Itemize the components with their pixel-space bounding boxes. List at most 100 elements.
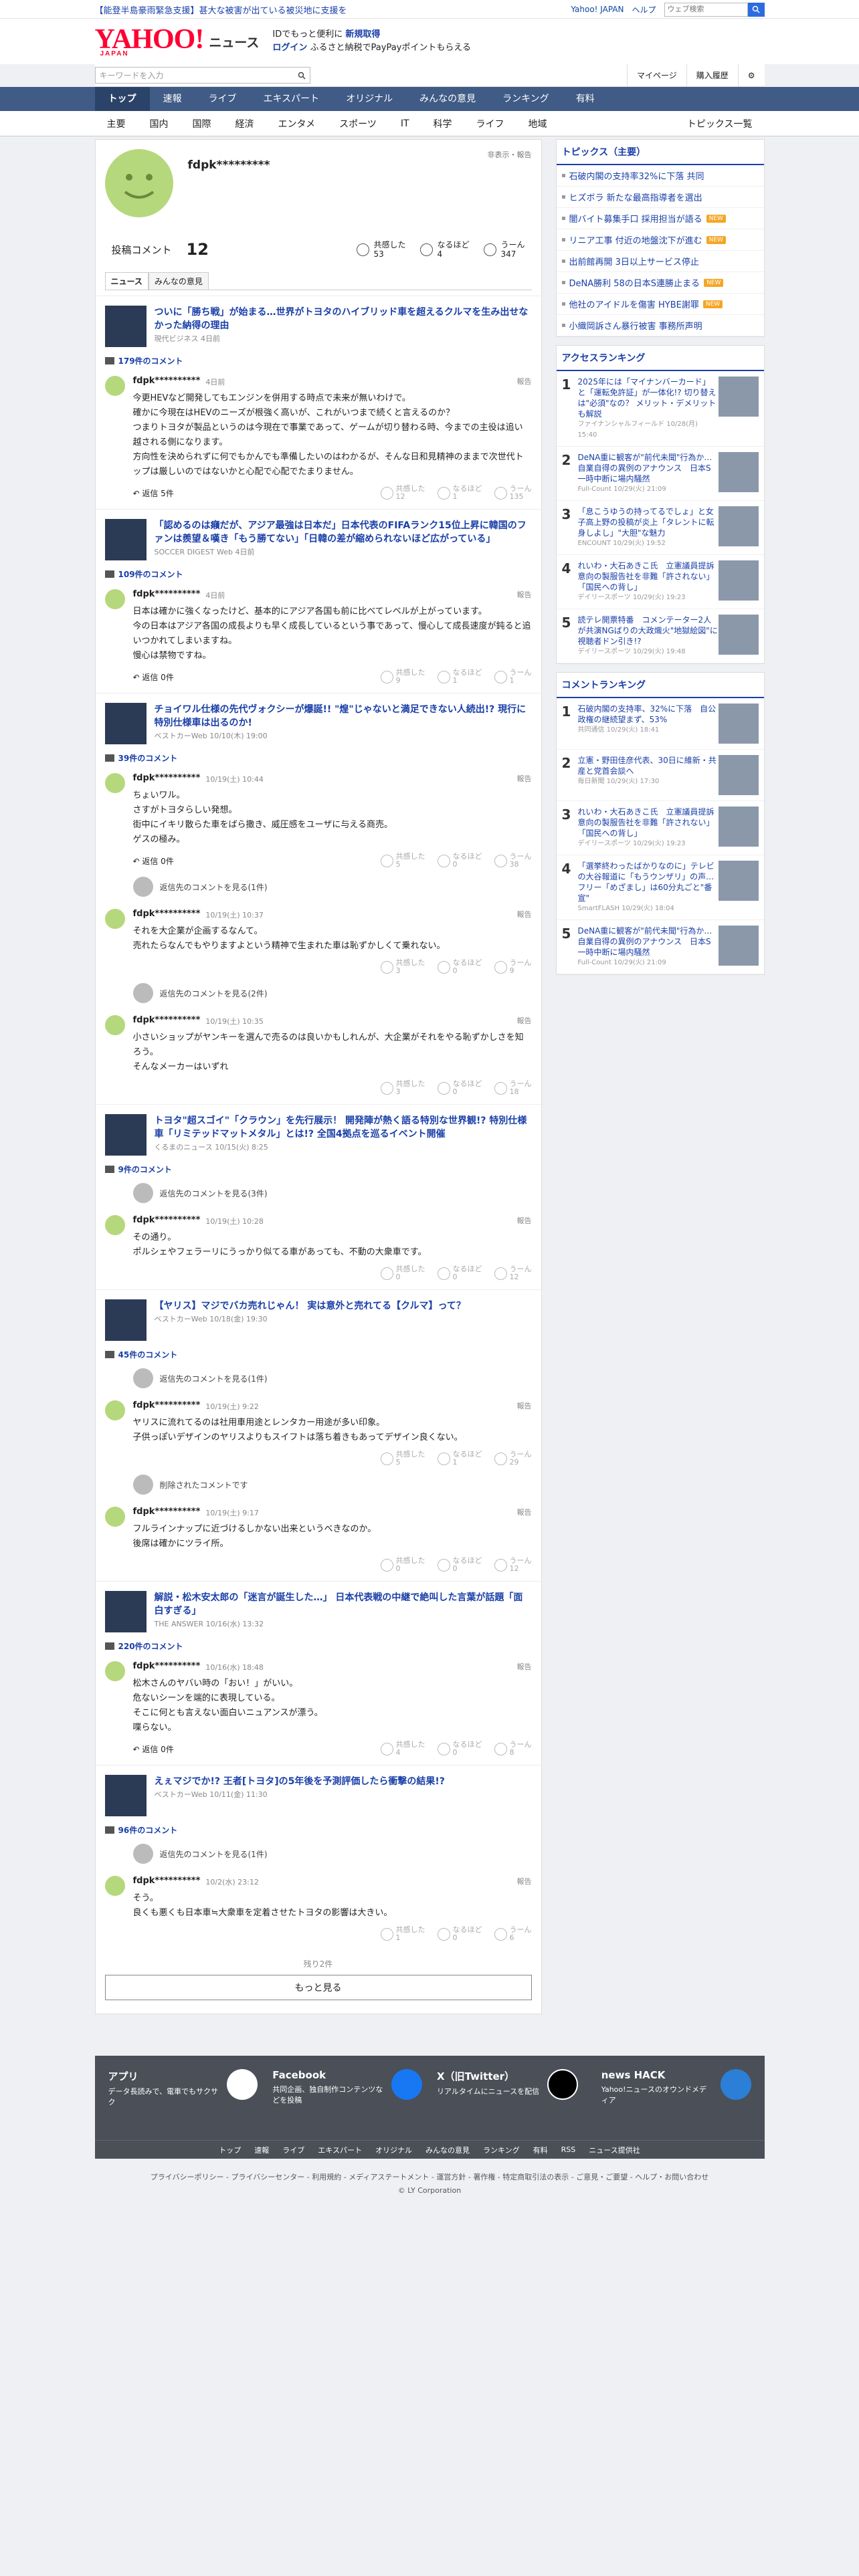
reaction-button[interactable]: 共感した 0	[380, 1265, 425, 1281]
reply-button[interactable]: ↶ 返信 0件	[133, 1743, 174, 1755]
topic-item[interactable]: 他社のアイドルを傷害 HYBE謝罪 NEW	[556, 294, 764, 315]
rank-title[interactable]: れいわ・大石あきこ氏 立憲議員提訴意向の製服告社を非難「許されない」「国民への背…	[578, 807, 719, 839]
reply-button[interactable]: ↶ 返信 0件	[133, 671, 174, 683]
comment-count-link[interactable]: 220件のコメント	[96, 1638, 541, 1654]
rank-text[interactable]: 「選挙終わったばかりなのに」テレビの大谷報道に「もうウンザリ」の声…フリー「めざ…	[575, 861, 719, 914]
reply-link[interactable]: 返信先のコメントを見る(1件)	[96, 1838, 541, 1869]
nav-original[interactable]: オリジナル	[332, 87, 406, 111]
ranking-item[interactable]: 5 読テレ開票特番 コメンテーター2人が共演NGばりの大政熾火"地獄絵図"に視聴者…	[556, 609, 764, 663]
reply-link-text[interactable]: 削除されたコメントです	[160, 1479, 248, 1491]
article-title[interactable]: 【ヤリス】マジでバカ売れじゃん！ 実は意外と売れてる【クルマ】って？ ベストカーW…	[155, 1299, 466, 1341]
topic-item[interactable]: ヒズボラ 新たな最高指導者を選出	[556, 187, 764, 208]
footer-link[interactable]: 有料	[533, 2145, 548, 2155]
report-link[interactable]: 報告	[517, 1215, 532, 1226]
report-link[interactable]: 報告	[517, 1400, 532, 1412]
comment-count[interactable]: 45件のコメント	[118, 1349, 178, 1360]
keyword-search[interactable]: キーワードを入力	[94, 67, 310, 84]
comment-count[interactable]: 96件のコメント	[118, 1824, 178, 1836]
comment-count-link[interactable]: 39件のコメント	[96, 750, 541, 766]
rank-thumbnail[interactable]	[718, 926, 759, 966]
cat-domestic[interactable]: 国内	[138, 117, 181, 130]
article-thumbnail[interactable]	[104, 306, 147, 347]
reaction-button[interactable]: なるほど 0	[437, 853, 482, 869]
rank-title[interactable]: 読テレ開票特番 コメンテーター2人が共演NGばりの大政熾火"地獄絵図"に視聴者ド…	[578, 615, 719, 647]
reply-link[interactable]: 削除されたコメントです	[96, 1469, 541, 1500]
reaction-button[interactable]: うーん 135	[494, 485, 532, 501]
reply-link-text[interactable]: 返信先のコメントを見る(1件)	[160, 881, 268, 893]
help-link[interactable]: ヘルプ	[632, 4, 656, 15]
web-search-input[interactable]	[664, 2, 748, 17]
report-link[interactable]: 報告	[517, 1661, 532, 1673]
rank-thumbnail[interactable]	[718, 704, 759, 744]
footer-link[interactable]: エキスパート	[318, 2145, 362, 2155]
reaction-button[interactable]: なるほど 0	[437, 1557, 482, 1573]
load-more-button[interactable]: もっと見る	[104, 1975, 532, 2000]
reaction-button[interactable]: 共感した 12	[380, 485, 425, 501]
nav-ranking[interactable]: ランキング	[489, 87, 563, 111]
rank-title[interactable]: DeNA重に観客が"前代未聞"行為か…自業自得の異例のアナウンス 日本S一時中断…	[578, 926, 719, 958]
legal-links[interactable]: プライバシーポリシー - プライバシーセンター - 利用規約 - メディアステー…	[0, 2171, 859, 2184]
report-link[interactable]: 報告	[517, 376, 532, 387]
report-link[interactable]: 報告	[517, 1015, 532, 1027]
report-link[interactable]: 報告	[517, 589, 532, 601]
article-title[interactable]: 「認めるのは癪だが、アジア最強は日本だ」日本代表のFIFAランク15位上昇に韓国…	[155, 519, 532, 560]
comment-count-link[interactable]: 45件のコメント	[96, 1346, 541, 1363]
reply-link-text[interactable]: 返信先のコメントを見る(1件)	[160, 1848, 268, 1860]
reply-link[interactable]: 返信先のコメントを見る(2件)	[96, 978, 541, 1008]
footer-link[interactable]: ライブ	[282, 2145, 304, 2155]
rank-thumbnail[interactable]	[718, 452, 759, 492]
reaction-button[interactable]: うーん 29	[494, 1451, 532, 1467]
ranking-item[interactable]: 4 「選挙終わったばかりなのに」テレビの大谷報道に「もうウンザリ」の声…フリー「め…	[556, 855, 764, 920]
signup-link[interactable]: 新規取得	[345, 29, 380, 39]
comment-count[interactable]: 109件のコメント	[118, 568, 183, 580]
ranking-item[interactable]: 1 石破内閣の支持率、32%に下落 自公政権の継続望まず、53% 共同通信 10/2…	[556, 698, 764, 750]
nav-opinion[interactable]: みんなの意見	[406, 87, 489, 111]
rank-thumbnail[interactable]	[718, 861, 759, 901]
article-title-text[interactable]: えぇマジでか!? 王者[トヨタ]の5年後を予測評価したら衝撃の結果!?	[155, 1775, 445, 1788]
report-link[interactable]: 報告	[517, 1507, 532, 1518]
nav-top[interactable]: トップ	[94, 87, 150, 111]
rank-text[interactable]: 石破内閣の支持率、32%に下落 自公政権の継続望まず、53% 共同通信 10/29…	[575, 704, 719, 744]
rank-thumbnail[interactable]	[718, 560, 759, 601]
rank-thumbnail[interactable]	[718, 506, 759, 546]
yahoo-logo[interactable]: YAHOO! JAPAN	[95, 25, 205, 58]
topic-text[interactable]: 小織岡訴さん暴行被害 事務所声明	[569, 319, 702, 332]
footer-facebook[interactable]: Facebook 共同企画、独自制作コンテンツなどを投稿	[272, 2069, 422, 2107]
rank-text[interactable]: DeNA重に観客が"前代未聞"行為か…自業自得の異例のアナウンス 日本S一時中断…	[575, 926, 719, 968]
rank-title[interactable]: DeNA重に観客が"前代未聞"行為か…自業自得の異例のアナウンス 日本S一時中断…	[578, 452, 719, 484]
comment-count[interactable]: 9件のコメント	[118, 1164, 172, 1175]
article-title-text[interactable]: 解説・松木安太郎の「迷言が誕生した…」 日本代表戦の中継で絶叫した言葉が話題「面…	[155, 1591, 532, 1618]
ranking-item[interactable]: 3 「息こうゆうの持ってるでしょ」と女子高上野の投稿が炎上「タレントに転身しよし」…	[556, 501, 764, 555]
hide-report-link[interactable]: 非表示・報告	[488, 149, 532, 233]
reply-link[interactable]: 返信先のコメントを見る(1件)	[96, 871, 541, 902]
reaction-button[interactable]: うーん 12	[494, 1265, 532, 1281]
reaction-button[interactable]: なるほど 1	[437, 669, 482, 685]
reply-button[interactable]: ↶ 返信 5件	[133, 488, 174, 499]
search-button[interactable]	[747, 2, 765, 17]
footer-link[interactable]: トップ	[219, 2145, 241, 2155]
rank-text[interactable]: DeNA重に観客が"前代未聞"行為か…自業自得の異例のアナウンス 日本S一時中断…	[575, 452, 719, 495]
topic-text[interactable]: 石破内閣の支持率32%に下落 共同	[569, 169, 704, 182]
reaction-button[interactable]: なるほど 1	[437, 485, 482, 501]
ranking-item[interactable]: 4 れいわ・大石あきこ氏 立憲議員提訴意向の製服告社を非難「許されない」「国民への…	[556, 555, 764, 609]
topic-text[interactable]: DeNA勝利 58の日本S連勝止まる	[569, 276, 700, 289]
article-title-text[interactable]: ついに「勝ち戦」が始まる…世界がトヨタのハイブリッド車を超えるクルマを生み出せな…	[155, 306, 532, 332]
ranking-item[interactable]: 2 DeNA重に観客が"前代未聞"行為か…自業自得の異例のアナウンス 日本S一時中…	[556, 447, 764, 501]
topic-item[interactable]: 石破内閣の支持率32%に下落 共同	[556, 165, 764, 187]
ranking-item[interactable]: 5 DeNA重に観客が"前代未聞"行為か…自業自得の異例のアナウンス 日本S一時中…	[556, 920, 764, 974]
reply-link-text[interactable]: 返信先のコメントを見る(1件)	[160, 1373, 268, 1384]
report-link[interactable]: 報告	[517, 773, 532, 784]
footer-link[interactable]: ニュース提供社	[589, 2145, 640, 2155]
topic-item[interactable]: 小織岡訴さん暴行被害 事務所声明	[556, 315, 764, 336]
footer-newshack[interactable]: news HACK Yahoo!ニュースのオウンドメディア	[601, 2069, 751, 2107]
topics-list-link[interactable]: トピックス一覧	[675, 117, 765, 130]
ranking-item[interactable]: 2 立憲・野田佳彦代表、30日に維新・共産と党首会談へ 毎日新聞 10/29(火) …	[556, 750, 764, 801]
reaction-button[interactable]: なるほど 0	[437, 1926, 482, 1942]
login-link[interactable]: ログイン	[272, 43, 307, 53]
rank-text[interactable]: 読テレ開票特番 コメンテーター2人が共演NGばりの大政熾火"地獄絵図"に視聴者ド…	[575, 615, 719, 657]
reaction-button[interactable]: 共感した 0	[380, 1557, 425, 1573]
rank-text[interactable]: 立憲・野田佳彦代表、30日に維新・共産と党首会談へ 毎日新聞 10/29(火) 1…	[575, 755, 719, 795]
topic-text[interactable]: 出前館再開 3日以上サービス停止	[569, 255, 699, 267]
footer-link[interactable]: 速報	[254, 2145, 269, 2155]
tab-news[interactable]: ニュース	[104, 272, 149, 290]
